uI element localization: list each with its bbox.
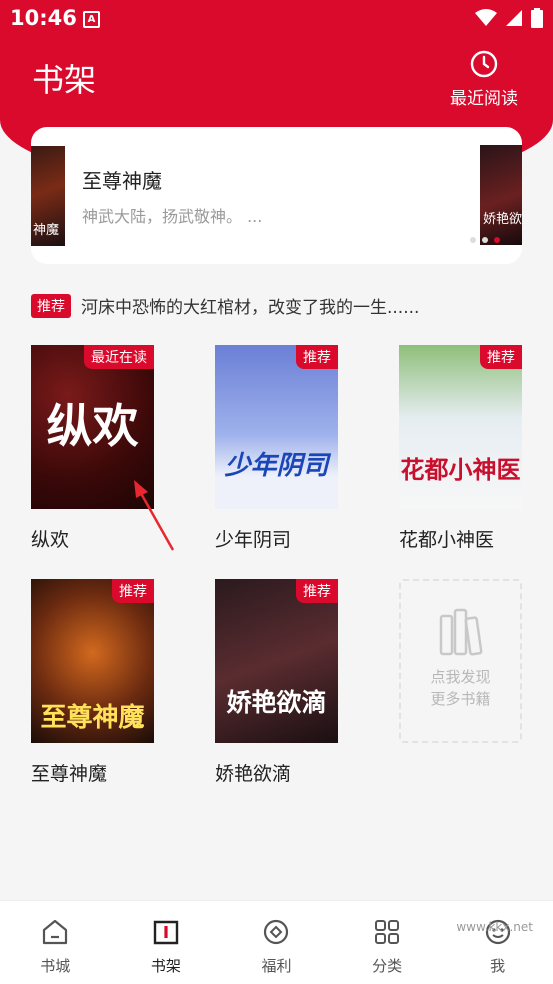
- banner-dot-active: [494, 237, 500, 243]
- book-title: 至尊神魔: [31, 763, 108, 785]
- bookshelf-icon: [153, 920, 179, 945]
- book-tag: 推荐: [480, 345, 522, 369]
- status-time: 10:46: [10, 6, 77, 30]
- grid-icon: [375, 920, 400, 944]
- discover-hint: 点我发现 更多书籍: [430, 668, 491, 708]
- tab-welfare[interactable]: 福利: [221, 901, 332, 984]
- book-tag: 推荐: [112, 579, 154, 603]
- bottom-tab-bar: 书城 书架 福利 分类 我: [0, 900, 553, 984]
- book-item[interactable]: 花都小神医 推荐 花都小神医: [399, 345, 522, 552]
- banner-prev-cover[interactable]: 神魔: [31, 146, 65, 246]
- banner-title: 至尊神魔: [82, 169, 162, 193]
- recent-reading-button[interactable]: 最近阅读: [445, 50, 523, 109]
- banner-description: 神武大陆，扬武敬神。 ...: [82, 207, 263, 226]
- book-title: 少年阴司: [215, 529, 292, 551]
- book-title: 花都小神医: [399, 529, 495, 551]
- tab-bookstore[interactable]: 书城: [0, 901, 111, 984]
- book-cover: 花都小神医 推荐: [399, 345, 522, 509]
- clock-icon: [470, 50, 498, 78]
- status-icons: [475, 8, 543, 28]
- book-item[interactable]: 至尊神魔 推荐 至尊神魔: [31, 579, 154, 786]
- banner-pagination: [470, 237, 500, 243]
- status-bar: 10:46 A: [0, 0, 553, 38]
- book-tag: 推荐: [296, 579, 338, 603]
- tab-me[interactable]: 我: [442, 901, 553, 984]
- book-title: 娇艳欲滴: [215, 763, 292, 785]
- banner-dot: [470, 237, 476, 243]
- recommend-text: 河床中恐怖的大红棺材，改变了我的一生......: [81, 298, 420, 318]
- book-tag: 最近在读: [84, 345, 154, 369]
- book-cover: 至尊神魔 推荐: [31, 579, 154, 743]
- discover-more-button[interactable]: 点我发现 更多书籍: [399, 579, 522, 743]
- signal-icon: [506, 10, 522, 26]
- wifi-icon: [475, 9, 497, 26]
- book-cover: 少年阴司 推荐: [215, 345, 338, 509]
- recommend-badge: 推荐: [31, 293, 71, 318]
- arrow-annotation: [134, 480, 175, 551]
- book-item[interactable]: 少年阴司 推荐 少年阴司: [215, 345, 338, 552]
- featured-banner[interactable]: 神魔 至尊神魔 神武大陆，扬武敬神。 ... 娇艳欲: [31, 127, 522, 264]
- banner-dot: [482, 237, 488, 243]
- page-title: 书架: [32, 61, 97, 99]
- gift-icon: [264, 919, 289, 945]
- tab-bookshelf[interactable]: 书架: [111, 901, 222, 984]
- battery-icon: [531, 8, 543, 28]
- book-tag: 推荐: [296, 345, 338, 369]
- book-cover: 娇艳欲滴 推荐: [215, 579, 338, 743]
- recent-reading-label: 最近阅读: [450, 89, 518, 109]
- banner-next-cover[interactable]: 娇艳欲: [480, 145, 522, 245]
- books-icon: [439, 608, 482, 656]
- watermark: www.kkx.net: [456, 920, 533, 934]
- app-notification-icon: A: [83, 11, 100, 28]
- tab-category[interactable]: 分类: [332, 901, 443, 984]
- recommend-row[interactable]: 推荐 河床中恐怖的大红棺材，改变了我的一生......: [31, 293, 419, 318]
- book-item[interactable]: 娇艳欲滴 推荐 娇艳欲滴: [215, 579, 338, 786]
- home-icon: [43, 919, 68, 945]
